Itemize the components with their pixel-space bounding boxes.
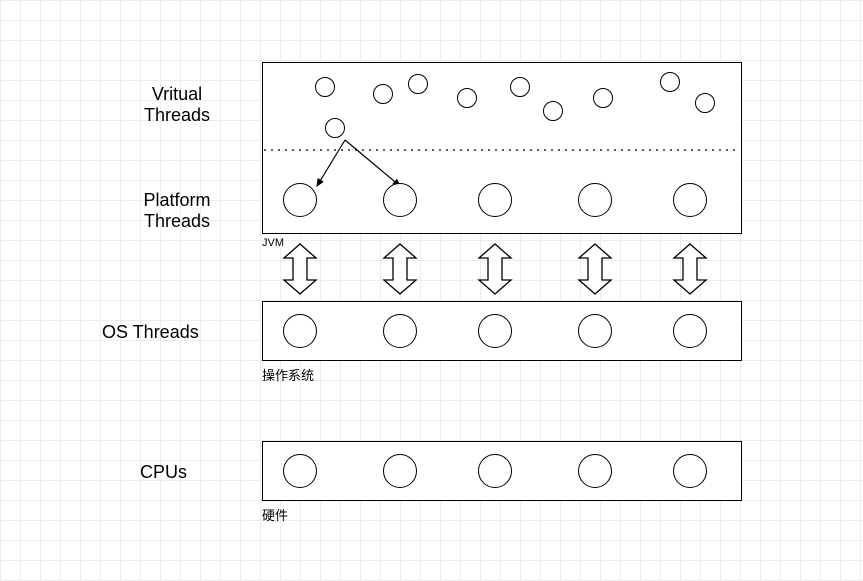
- cpu-circle: [383, 454, 417, 488]
- virtual-thread-circle: [315, 77, 335, 97]
- virtual-thread-circle: [543, 101, 563, 121]
- platform-thread-circle: [383, 183, 417, 217]
- os-thread-circle: [283, 314, 317, 348]
- virtual-thread-circle: [408, 74, 428, 94]
- virtual-thread-circle: [457, 88, 477, 108]
- cpu-circle: [578, 454, 612, 488]
- os-thread-circle: [578, 314, 612, 348]
- cpu-circle: [673, 454, 707, 488]
- virtual-thread-circle: [510, 77, 530, 97]
- cpu-circle: [478, 454, 512, 488]
- platform-thread-circle: [283, 183, 317, 217]
- virtual-thread-circle: [325, 118, 345, 138]
- virtual-thread-circle: [660, 72, 680, 92]
- os-thread-circle: [478, 314, 512, 348]
- virtual-thread-circle: [695, 93, 715, 113]
- platform-threads-label: Platform Threads: [132, 190, 222, 232]
- virtual-thread-circle: [593, 88, 613, 108]
- hardware-caption: 硬件: [262, 505, 382, 524]
- virtual-thread-circle: [373, 84, 393, 104]
- os-thread-circle: [673, 314, 707, 348]
- cpus-label: CPUs: [140, 462, 240, 483]
- cpu-circle: [283, 454, 317, 488]
- virtual-threads-label: Vritual Threads: [132, 84, 222, 126]
- os-thread-circle: [383, 314, 417, 348]
- os-threads-label: OS Threads: [102, 322, 242, 343]
- diagram-canvas: Vritual Threads Platform Threads OS Thre…: [0, 0, 863, 581]
- platform-thread-circle: [478, 183, 512, 217]
- os-caption: 操作系统: [262, 365, 382, 384]
- platform-thread-circle: [673, 183, 707, 217]
- platform-thread-circle: [578, 183, 612, 217]
- jvm-caption: JVM: [262, 237, 322, 249]
